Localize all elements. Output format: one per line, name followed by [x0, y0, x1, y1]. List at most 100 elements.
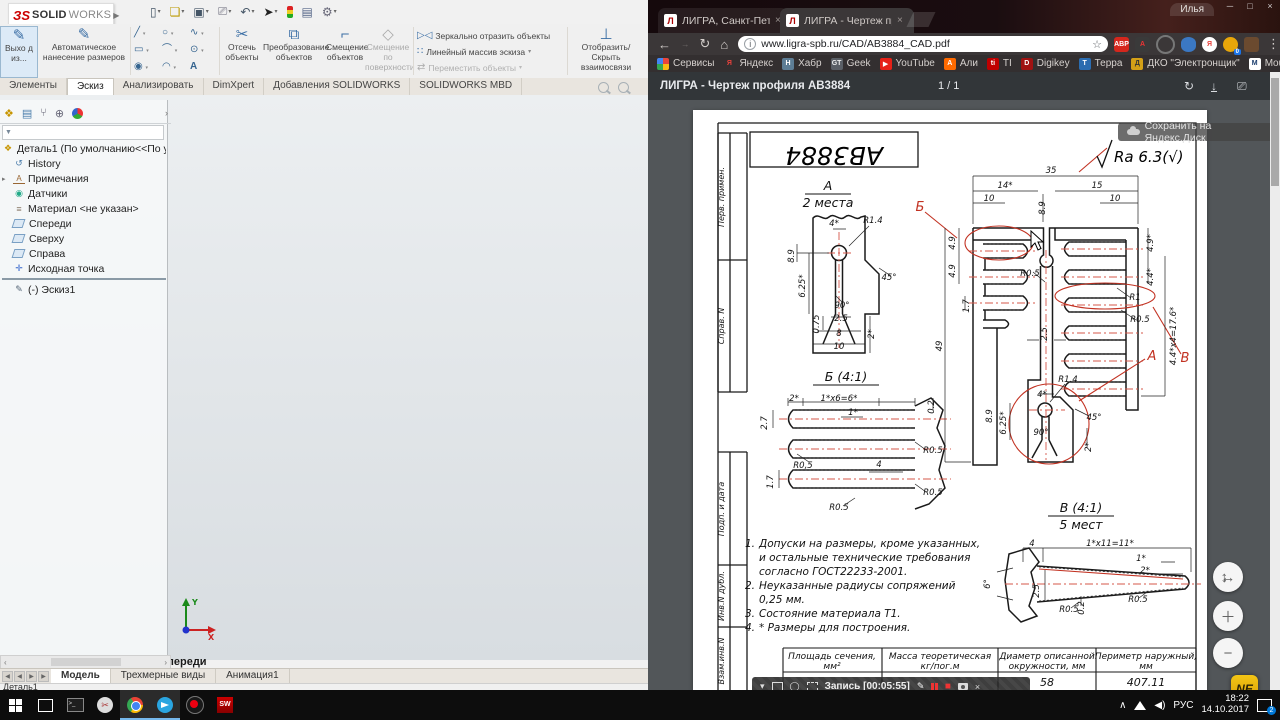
- ellipse-tool-icon[interactable]: ⊙ ▾: [190, 43, 218, 58]
- convert-entities-button[interactable]: ⧉ Преобразование объектов: [263, 26, 325, 63]
- bookmark-item[interactable]: HХабр: [782, 58, 822, 70]
- tree-root-part[interactable]: ❖ Деталь1 (По умолчанию<<По умолча: [2, 141, 166, 156]
- offset-entities-button[interactable]: ⌐ Смещение объектов: [326, 26, 364, 63]
- tab-evaluate[interactable]: Анализировать: [114, 78, 204, 95]
- menu-dots-icon[interactable]: ⋮: [1267, 36, 1280, 52]
- page-info-icon[interactable]: i: [744, 38, 756, 50]
- yandex-disk-save-overlay[interactable]: Сохранить на Яндекс.Диск: [1118, 123, 1280, 141]
- propertymanager-tab-icon[interactable]: ▤: [22, 107, 32, 120]
- bookmark-item[interactable]: AАли: [944, 58, 978, 70]
- acrobat-extension-icon[interactable]: A: [1135, 37, 1150, 52]
- action-center-icon[interactable]: 2: [1257, 699, 1272, 712]
- tree-item-origin[interactable]: ✛ Исходная точка: [2, 261, 166, 276]
- trim-entities-button[interactable]: ✂ Отсечь объекты: [222, 26, 262, 63]
- tree-item-material[interactable]: ≡ Материал <не указан>: [2, 201, 166, 216]
- language-indicator[interactable]: РУС: [1173, 700, 1193, 711]
- rebuild-icon[interactable]: [287, 6, 293, 18]
- configurations-tab-icon[interactable]: ⑂: [40, 107, 47, 119]
- tab-mbd[interactable]: SOLIDWORKS MBD: [410, 78, 522, 95]
- appearances-tab-icon[interactable]: [72, 108, 83, 119]
- yandex-extension-icon[interactable]: Я: [1202, 37, 1217, 52]
- bookmark-item[interactable]: ДДКО "Электронщик": [1131, 58, 1239, 70]
- rectangle-tool-icon[interactable]: ▭ ▾: [134, 43, 162, 58]
- rollback-bar[interactable]: [2, 278, 166, 280]
- bookmark-item[interactable]: DDigikey: [1021, 58, 1070, 70]
- extension-icon[interactable]: [1156, 35, 1175, 54]
- print-icon[interactable]: ⎚▾: [218, 4, 232, 19]
- bookmark-item[interactable]: tiTI: [987, 58, 1012, 70]
- profile-chip[interactable]: Илья: [1170, 3, 1214, 16]
- scroll-right-icon[interactable]: ›: [164, 658, 167, 667]
- tab-sketch[interactable]: Эскиз: [67, 78, 114, 95]
- tree-item-sketch1[interactable]: ✎ (-) Эскиз1: [2, 282, 166, 297]
- recorder-screenshot-icon[interactable]: [958, 683, 968, 690]
- save-icon[interactable]: ▣▾: [193, 5, 208, 19]
- zoom-fit-icon[interactable]: [598, 82, 609, 93]
- chrome-taskbar-icon[interactable]: [120, 690, 150, 720]
- tree-item-right-plane[interactable]: Справа: [2, 246, 166, 261]
- line-tool-icon[interactable]: ╱ ▾: [134, 26, 162, 41]
- browser-tab-2-active[interactable]: Л ЛИГРА - Чертеж профи ×: [780, 8, 914, 33]
- fillet-tool-icon[interactable]: ◠ ▾: [162, 60, 190, 75]
- minimize-button[interactable]: ─: [1220, 0, 1240, 13]
- logo-expand-icon[interactable]: ▶: [113, 11, 119, 20]
- tree-item-top-plane[interactable]: Сверху: [2, 231, 166, 246]
- dimxpert-tab-icon[interactable]: ⊕: [55, 107, 64, 120]
- volume-icon[interactable]: ◀): [1154, 700, 1165, 711]
- new-document-icon[interactable]: ▯▾: [150, 5, 161, 19]
- arc-tool-icon[interactable]: ⌒ ▾: [162, 43, 190, 58]
- undo-icon[interactable]: ↶▾: [240, 5, 254, 19]
- linear-pattern-button[interactable]: ∷ Линейный массив эскиза ▾: [417, 46, 531, 57]
- tab-addins[interactable]: Добавления SOLIDWORKS: [264, 78, 410, 95]
- open-icon[interactable]: ❏▾: [170, 5, 185, 19]
- tree-item-sensors[interactable]: ◉ Датчики: [2, 186, 166, 201]
- zoom-out-button[interactable]: −: [1213, 638, 1243, 668]
- download-icon[interactable]: ↓: [1211, 81, 1217, 92]
- browser-tab-1[interactable]: Л ЛИГРА, Санкт-Петербур ×: [658, 8, 788, 33]
- reload-icon[interactable]: ↻: [700, 36, 711, 52]
- tab-features[interactable]: Элементы: [0, 78, 67, 95]
- coin-extension-icon[interactable]: 0: [1223, 37, 1238, 52]
- circle-tool-icon[interactable]: ○ ▾: [162, 26, 190, 41]
- options-list-icon[interactable]: ▤: [302, 5, 313, 19]
- screenshot-app-icon[interactable]: ✂: [90, 690, 120, 720]
- tray-expand-icon[interactable]: ∧: [1119, 700, 1126, 711]
- tree-filter-input[interactable]: ▼: [2, 125, 164, 140]
- tree-item-front-plane[interactable]: Спереди: [2, 216, 166, 231]
- start-button[interactable]: [0, 690, 30, 720]
- rotate-icon[interactable]: ↻: [1184, 79, 1194, 93]
- expander-icon[interactable]: ▸: [2, 175, 10, 183]
- home-icon[interactable]: ⌂: [720, 37, 728, 52]
- pdf-viewer-area[interactable]: АВ3884 Ra 6.3(√) А 2 места Б (4:1) В (4:…: [648, 100, 1280, 690]
- scroll-left-icon[interactable]: ‹: [4, 658, 7, 667]
- fit-page-button[interactable]: ↔↕: [1213, 562, 1243, 592]
- wifi-icon[interactable]: [1134, 701, 1146, 710]
- adblock-extension-icon[interactable]: ABP: [1114, 37, 1129, 52]
- wallet-extension-icon[interactable]: [1244, 37, 1259, 52]
- scrollbar-thumb[interactable]: [1271, 78, 1279, 186]
- tree-item-history[interactable]: ↺ History: [2, 156, 166, 171]
- zoom-area-icon[interactable]: [618, 82, 629, 93]
- mirror-entities-button[interactable]: ▷◁ Зеркально отразить объекты: [417, 30, 550, 41]
- tab-model[interactable]: Модель: [51, 669, 111, 684]
- console-app-icon[interactable]: >_: [60, 690, 90, 720]
- tree-item-annotations[interactable]: ▸A Примечания: [2, 171, 166, 186]
- scrollbar-thumb[interactable]: [51, 658, 121, 666]
- recorder-taskbar-icon[interactable]: [180, 690, 210, 720]
- spline-tool-icon[interactable]: ∿ ▾: [190, 26, 218, 41]
- bookmark-item[interactable]: ▶YouTube: [880, 58, 935, 70]
- maximize-button[interactable]: □: [1240, 0, 1260, 13]
- bookmark-item[interactable]: MMouser: [1249, 58, 1280, 70]
- bookmark-star-icon[interactable]: ☆: [1092, 38, 1102, 51]
- bookmark-item[interactable]: GTGeek: [831, 58, 871, 70]
- clock[interactable]: 18:2214.10.2017: [1201, 694, 1249, 716]
- text-tool-icon[interactable]: А: [190, 60, 218, 75]
- page-scrollbar[interactable]: [1270, 72, 1280, 690]
- telegram-taskbar-icon[interactable]: [150, 690, 180, 720]
- featuremanager-tab-icon[interactable]: ❖: [4, 107, 14, 120]
- panel-tabs-scroll-icon[interactable]: ›: [165, 108, 171, 118]
- exit-sketch-button[interactable]: ✎ Выхо д из...: [0, 26, 38, 78]
- select-icon[interactable]: ➤▾: [263, 5, 277, 19]
- print-icon[interactable]: ⎚: [1237, 79, 1247, 94]
- zoom-in-button[interactable]: ＋: [1213, 601, 1243, 631]
